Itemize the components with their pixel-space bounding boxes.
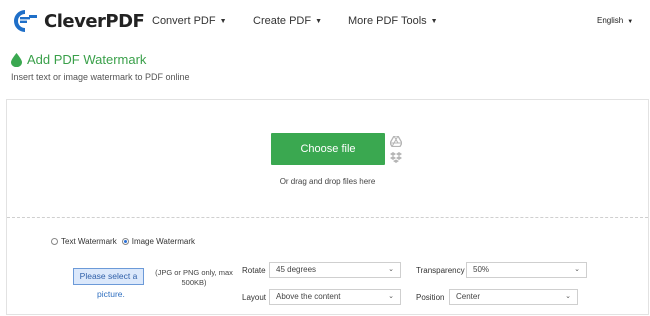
rotate-value: 45 degrees <box>276 265 317 274</box>
chevron-down-icon: ▼ <box>315 18 323 25</box>
transparency-select[interactable]: 50% ⌄ <box>466 262 587 278</box>
position-label: Position <box>416 293 445 302</box>
file-drop-zone[interactable]: Choose file Or drag and drop files here <box>7 100 648 218</box>
rotate-select[interactable]: 45 degrees ⌄ <box>269 262 401 278</box>
image-watermark-radio[interactable] <box>121 238 129 245</box>
transparency-value: 50% <box>473 265 490 274</box>
chevron-down-icon: ⌄ <box>565 293 571 300</box>
format-note: (JPG or PNG only, max 500KB) <box>155 268 233 287</box>
text-watermark-label[interactable]: Text Watermark <box>61 237 117 246</box>
position-value: Center <box>456 292 481 301</box>
cloud-source-icons <box>390 136 402 168</box>
page-subtitle: Insert text or image watermark to PDF on… <box>11 72 190 82</box>
page-title: Add PDF Watermark <box>27 52 147 67</box>
chevron-down-icon: ▼ <box>219 18 227 25</box>
select-picture-button[interactable]: Please select a <box>73 268 144 285</box>
page-heading: Add PDF Watermark <box>11 52 146 67</box>
nav-item-label: More PDF Tools <box>348 15 427 27</box>
brand-logo[interactable]: CleverPDF <box>12 9 145 33</box>
nav-create-pdf[interactable]: Create PDF ▼ <box>253 15 322 27</box>
chevron-down-icon: ⌄ <box>574 266 580 273</box>
chevron-down-icon: ⌄ <box>388 266 394 273</box>
position-select[interactable]: Center ⌄ <box>449 289 578 305</box>
layout-value: Above the content <box>276 292 341 301</box>
brand-name: CleverPDF <box>44 10 145 32</box>
language-selector[interactable]: English ▼ <box>597 16 633 25</box>
drop-hint-text: Or drag and drop files here <box>279 177 376 186</box>
text-watermark-radio[interactable] <box>51 238 58 245</box>
chevron-down-icon: ⌄ <box>388 293 394 300</box>
nav-item-label: Convert PDF <box>152 15 216 27</box>
nav-more-pdf-tools[interactable]: More PDF Tools ▼ <box>348 15 438 27</box>
layout-label: Layout <box>242 293 267 302</box>
watermark-panel: Choose file Or drag and drop files here … <box>6 99 649 315</box>
top-header: CleverPDF Convert PDF ▼ Create PDF ▼ More … <box>0 0 650 42</box>
google-drive-icon[interactable] <box>390 136 402 147</box>
dropbox-icon[interactable] <box>390 152 402 163</box>
select-picture-link[interactable]: picture. <box>97 289 125 299</box>
nav-convert-pdf[interactable]: Convert PDF ▼ <box>152 15 227 27</box>
chevron-down-icon: ▼ <box>430 18 438 25</box>
watermark-type-group: Text Watermark Image Watermark <box>51 237 200 246</box>
layout-select[interactable]: Above the content ⌄ <box>269 289 401 305</box>
water-drop-icon <box>11 52 22 67</box>
image-watermark-label[interactable]: Image Watermark <box>132 237 195 246</box>
cleverpdf-logo-icon <box>14 10 37 32</box>
transparency-label: Transparency <box>416 266 465 275</box>
rotate-label: Rotate <box>242 266 266 275</box>
chevron-down-icon: ▼ <box>627 19 634 25</box>
nav-item-label: Create PDF <box>253 15 312 27</box>
language-label: English <box>597 16 624 25</box>
choose-file-button[interactable]: Choose file <box>271 133 385 165</box>
